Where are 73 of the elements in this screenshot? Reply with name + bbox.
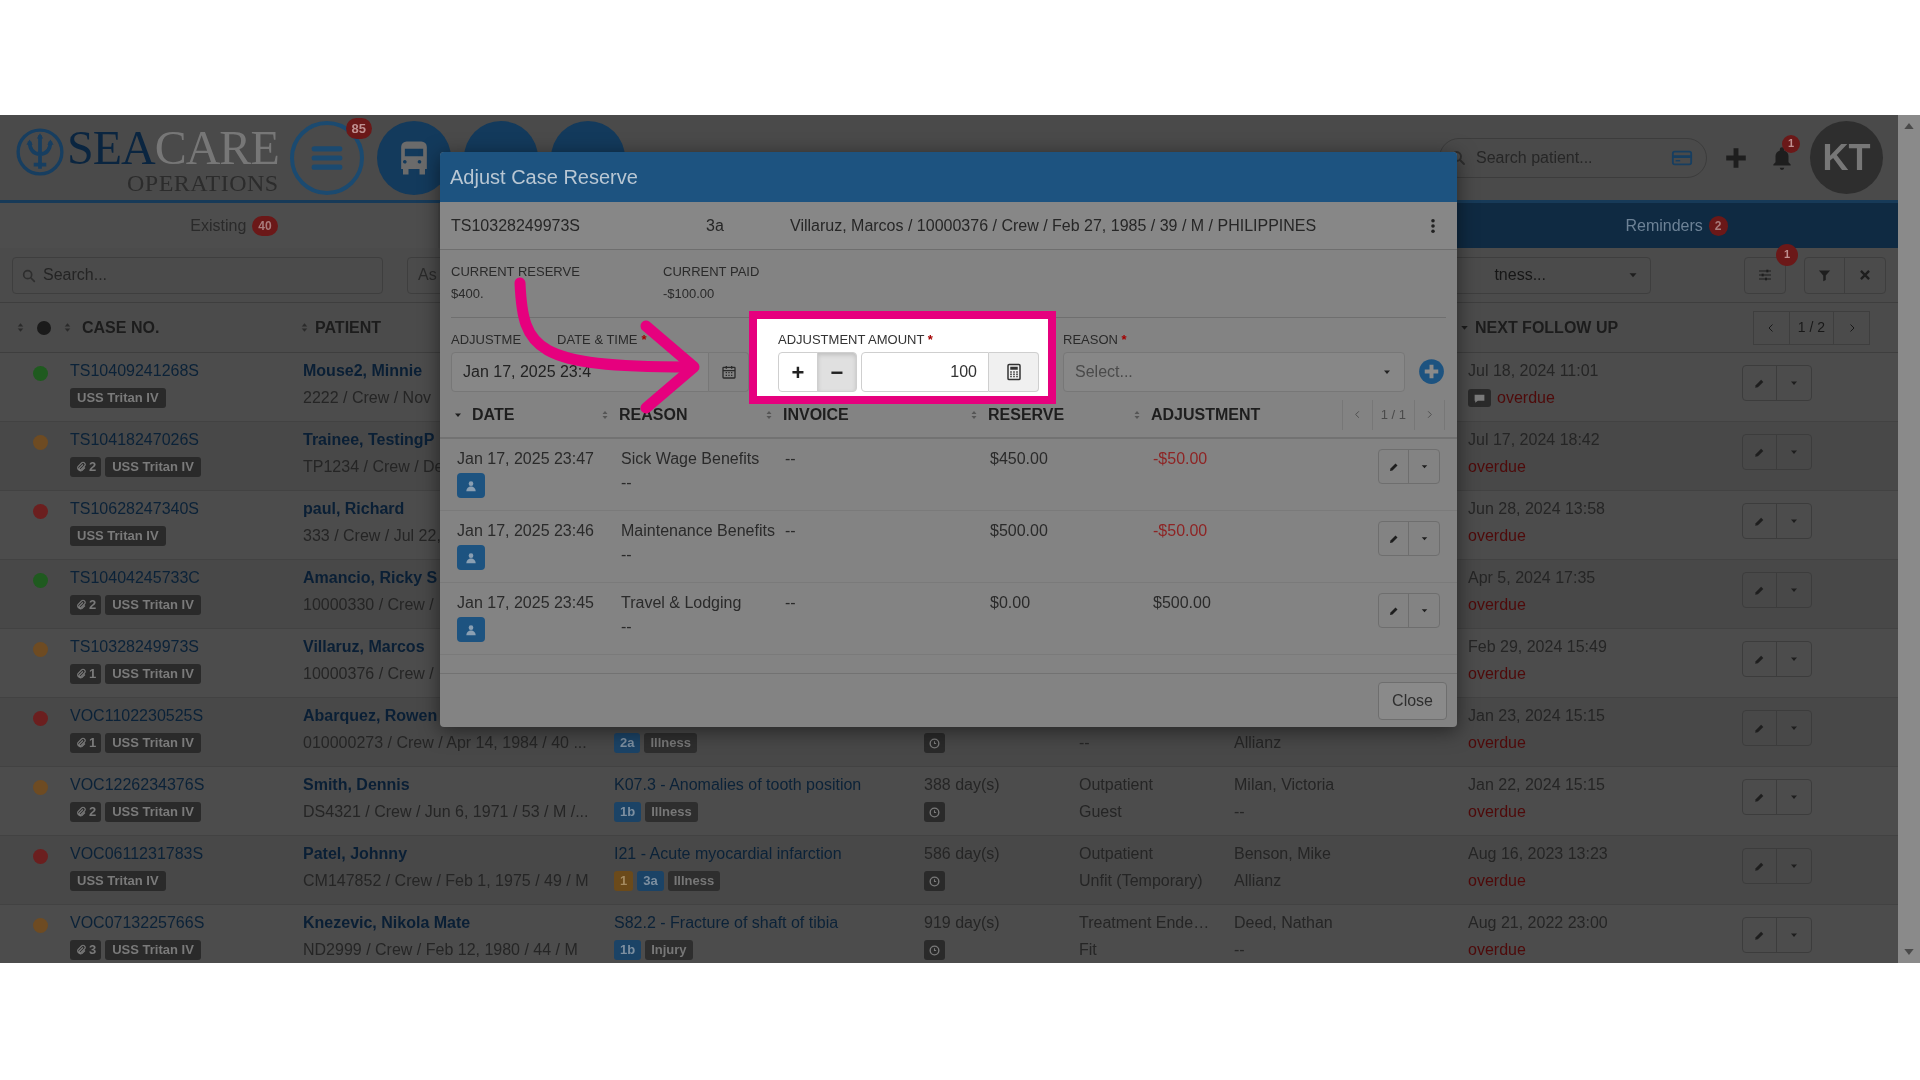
table-cell: Jan 17, 2025 23:46 (457, 521, 594, 541)
logo-title: SEACARE (67, 123, 279, 172)
notification-count: 1 (1782, 134, 1800, 153)
table-cell: Maintenance Benefits (621, 521, 775, 541)
table-cell: $0.00 (990, 594, 1031, 611)
vessel-tag: USS Tritan IV (105, 733, 201, 753)
diagnosis-tag: Injury (645, 940, 693, 960)
table-cell: -$50.00 (1153, 522, 1208, 539)
diagnosis-tag: 1b (614, 802, 642, 822)
vessel-tag: USS Tritan IV (105, 940, 201, 960)
vessel-tag: USS Tritan IV (105, 664, 201, 684)
field-label: ADJUSTME (451, 331, 522, 349)
status-text: overdue (1468, 871, 1526, 891)
table-cell: -- (621, 545, 632, 565)
vessel-tag: USS Tritan IV (105, 595, 201, 615)
table-cell: -- (621, 617, 632, 637)
status-text: overdue (1468, 802, 1526, 822)
attachment-count: 2 (89, 596, 97, 615)
required-mark: * (641, 331, 647, 349)
diagnosis-tag: Illness (645, 802, 698, 822)
field-label: REASON * (1063, 331, 1128, 349)
table-cell: -- (621, 473, 632, 493)
patient-summary: Villaruz, Marcos / 10000376 / Crew / Feb 27, 1985 / 39 / M / PHILIPPINES (790, 215, 1317, 236)
table-cell: Travel & Lodging (621, 593, 742, 613)
summary-label: CURRENT RESERVE (451, 264, 581, 280)
table-cell: Jan 17, 2025 23:47 (457, 449, 594, 469)
status-text: overdue (1468, 733, 1526, 753)
page-indicator: 1 / 1 (1379, 405, 1407, 424)
table-cell: Jan 17, 2025 23:45 (457, 593, 594, 613)
diagnosis-tag: 3a (637, 871, 664, 891)
table-cell: $450.00 (990, 450, 1048, 467)
table-cell: -- (785, 522, 796, 539)
table-cell-text: -- (1079, 733, 1091, 753)
table-cell: -$50.00 (1153, 450, 1208, 467)
vessel-tag: USS Tritan IV (70, 526, 166, 546)
field-label: DATE & TIME (557, 331, 638, 349)
table-cell: -- (785, 594, 796, 611)
diagnosis-tag: Illness (667, 871, 721, 891)
summary-label: CURRENT PAID (663, 264, 761, 280)
count-badge: 2 (1708, 215, 1728, 236)
attachment-count: 2 (89, 803, 97, 822)
status-text: overdue (1468, 457, 1526, 477)
case-level: 3a (706, 215, 725, 236)
attachment-count: 1 (89, 665, 97, 684)
case-number: TS10328249973S (451, 215, 581, 236)
field-label: ADJUSTMENT AMOUNT * (778, 331, 934, 349)
attachment-count: 2 (89, 458, 97, 477)
table-cell: -- (785, 450, 796, 467)
diagnosis-tag: 2a (614, 733, 641, 753)
vessel-tag: USS Tritan IV (70, 871, 166, 891)
vessel-tag: USS Tritan IV (105, 457, 201, 477)
table-cell: $500.00 (1153, 594, 1211, 611)
diagnosis-tag: 1 (614, 871, 634, 891)
table-cell: $500.00 (990, 522, 1048, 539)
status-text: overdue (1497, 388, 1555, 408)
modal-title: Adjust Case Reserve (450, 165, 638, 190)
notification-count: 85 (345, 117, 372, 139)
status-text: overdue (1468, 940, 1526, 960)
diagnosis-tag: 1b (614, 940, 642, 960)
vessel-tag: USS Tritan IV (70, 388, 166, 408)
table-cell: Sick Wage Benefits (621, 449, 760, 469)
diagnosis-tag: Illness (644, 733, 697, 753)
status-text: overdue (1468, 526, 1526, 546)
vessel-tag: USS Tritan IV (105, 802, 201, 822)
summary-value: $400. (451, 286, 485, 302)
table-cell-text: -- (1234, 802, 1246, 822)
table-cell-text: -- (1234, 940, 1246, 960)
count-badge: 40 (252, 215, 278, 236)
attachment-count: 3 (89, 941, 97, 960)
summary-value: -$100.00 (663, 286, 716, 302)
status-text: overdue (1468, 595, 1526, 615)
status-text: overdue (1468, 664, 1526, 684)
attachment-count: 1 (89, 734, 97, 753)
